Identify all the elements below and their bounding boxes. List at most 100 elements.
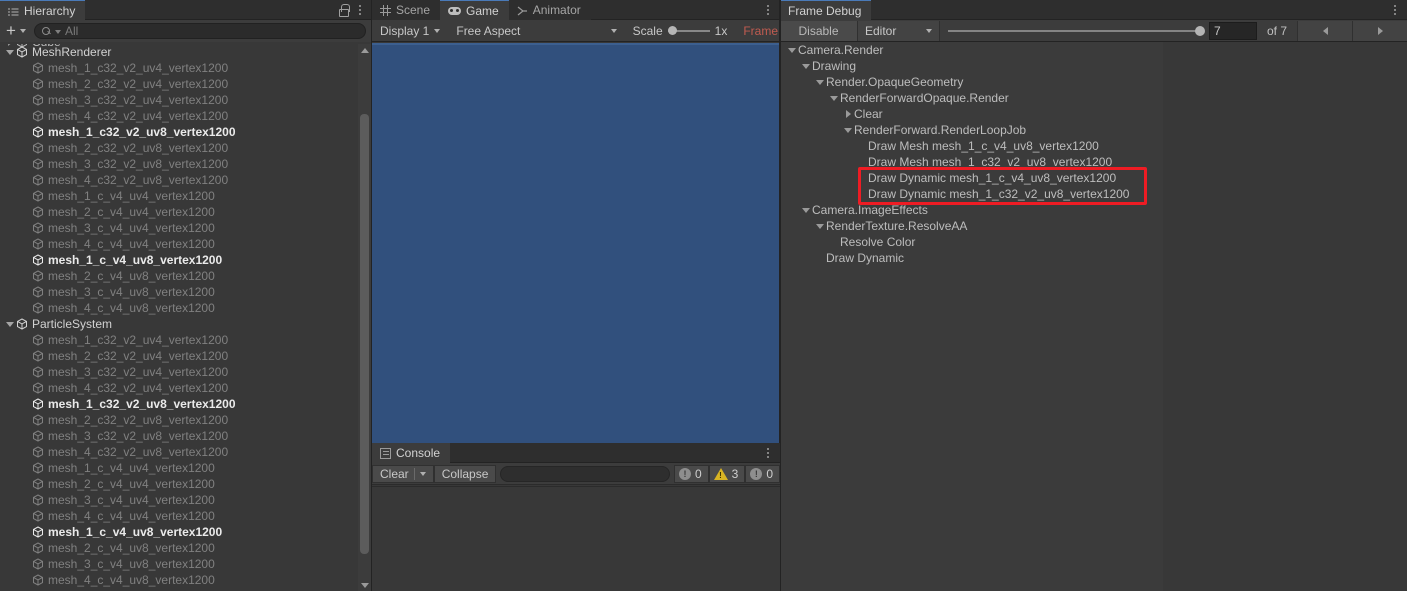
hierarchy-tree[interactable]: CubeMeshRenderermesh_1_c32_v2_uv4_vertex… bbox=[0, 44, 372, 591]
hierarchy-item[interactable]: mesh_4_c32_v2_uv4_vertex1200 bbox=[0, 380, 372, 396]
fold-arrow-icon[interactable] bbox=[814, 223, 826, 229]
hierarchy-item[interactable]: mesh_2_c32_v2_uv4_vertex1200 bbox=[0, 76, 372, 92]
hierarchy-item[interactable]: mesh_1_c32_v2_uv4_vertex1200 bbox=[0, 60, 372, 76]
event-slider-track[interactable] bbox=[948, 25, 1205, 36]
clear-dropdown-icon[interactable] bbox=[419, 471, 426, 476]
hierarchy-item[interactable]: mesh_1_c_v4_uv8_vertex1200 bbox=[0, 524, 372, 540]
fold-arrow-icon[interactable] bbox=[800, 63, 812, 69]
game-render-canvas[interactable] bbox=[372, 43, 780, 443]
hierarchy-item[interactable]: mesh_3_c_v4_uv4_vertex1200 bbox=[0, 492, 372, 508]
hierarchy-item[interactable]: mesh_1_c_v4_uv4_vertex1200 bbox=[0, 460, 372, 476]
fold-arrow-icon[interactable] bbox=[4, 49, 16, 55]
frame-event-row[interactable]: RenderForwardOpaque.Render bbox=[780, 90, 1163, 106]
hierarchy-lock-button[interactable] bbox=[336, 0, 352, 19]
log-count-badge[interactable]: ! 0 bbox=[673, 464, 709, 483]
hierarchy-item[interactable]: mesh_2_c32_v2_uv4_vertex1200 bbox=[0, 348, 372, 364]
create-button[interactable]: + bbox=[6, 22, 16, 39]
console-search-input[interactable] bbox=[500, 465, 670, 482]
fold-arrow-icon[interactable] bbox=[842, 110, 854, 118]
search-input[interactable]: All bbox=[33, 23, 366, 39]
frame-event-row[interactable]: Draw Dynamic mesh_1_c_v4_uv8_vertex1200 bbox=[780, 170, 1163, 186]
fold-arrow-icon[interactable] bbox=[842, 127, 854, 133]
frame-debug-indicator[interactable]: Frame bbox=[735, 20, 780, 42]
scale-slider-knob[interactable] bbox=[667, 26, 677, 35]
hierarchy-item[interactable]: mesh_1_c32_v2_uv8_vertex1200 bbox=[0, 396, 372, 412]
hierarchy-scrollbar[interactable] bbox=[358, 44, 371, 591]
event-slider-knob[interactable] bbox=[1194, 25, 1205, 36]
frame-event-row[interactable]: Camera.ImageEffects bbox=[780, 202, 1163, 218]
prev-event-button[interactable] bbox=[1297, 20, 1352, 41]
hierarchy-menu-icon[interactable] bbox=[352, 0, 368, 19]
warning-count-badge[interactable]: 3 bbox=[708, 464, 746, 483]
hierarchy-item[interactable]: mesh_2_c_v4_uv4_vertex1200 bbox=[0, 476, 372, 492]
hierarchy-item[interactable]: mesh_2_c_v4_uv8_vertex1200 bbox=[0, 540, 372, 556]
search-filter-icon[interactable] bbox=[54, 30, 61, 34]
hierarchy-item[interactable]: mesh_1_c_v4_uv4_vertex1200 bbox=[0, 188, 372, 204]
hierarchy-item[interactable]: mesh_4_c_v4_uv8_vertex1200 bbox=[0, 300, 372, 316]
event-slider[interactable] bbox=[940, 20, 1209, 42]
hierarchy-item[interactable]: mesh_4_c_v4_uv4_vertex1200 bbox=[0, 236, 372, 252]
next-event-button[interactable] bbox=[1352, 20, 1407, 41]
hierarchy-item[interactable]: mesh_3_c32_v2_uv4_vertex1200 bbox=[0, 364, 372, 380]
hierarchy-item[interactable]: mesh_4_c32_v2_uv8_vertex1200 bbox=[0, 172, 372, 188]
frame-event-row[interactable]: RenderForward.RenderLoopJob bbox=[780, 122, 1163, 138]
tab-game[interactable]: Game bbox=[440, 0, 509, 20]
hierarchy-item[interactable]: mesh_3_c32_v2_uv8_vertex1200 bbox=[0, 428, 372, 444]
frame-event-row[interactable]: Draw Mesh mesh_1_c_v4_uv8_vertex1200 bbox=[780, 138, 1163, 154]
hierarchy-scroll-thumb[interactable] bbox=[360, 114, 369, 554]
scroll-up-icon[interactable] bbox=[358, 44, 371, 56]
fold-arrow-icon[interactable] bbox=[800, 207, 812, 213]
frame-event-row[interactable]: Draw Dynamic bbox=[780, 250, 1163, 266]
collapse-button[interactable]: Collapse bbox=[433, 464, 497, 483]
frame-event-row[interactable]: Draw Mesh mesh_1_c32_v2_uv8_vertex1200 bbox=[780, 154, 1163, 170]
tab-frame-debug[interactable]: Frame Debug bbox=[780, 0, 872, 20]
hierarchy-item[interactable]: mesh_3_c_v4_uv8_vertex1200 bbox=[0, 284, 372, 300]
error-count-badge[interactable]: ! 0 bbox=[745, 464, 780, 483]
frame-event-row[interactable]: Draw Dynamic mesh_1_c32_v2_uv8_vertex120… bbox=[780, 186, 1163, 202]
hierarchy-item[interactable]: mesh_3_c32_v2_uv8_vertex1200 bbox=[0, 156, 372, 172]
hierarchy-item[interactable]: mesh_1_c_v4_uv8_vertex1200 bbox=[0, 252, 372, 268]
tab-hierarchy[interactable]: Hierarchy bbox=[0, 0, 86, 20]
frame-event-row[interactable]: RenderTexture.ResolveAA bbox=[780, 218, 1163, 234]
display-dropdown[interactable]: Display 1 bbox=[372, 20, 448, 42]
scroll-down-icon[interactable] bbox=[358, 579, 371, 591]
hierarchy-item[interactable]: mesh_4_c_v4_uv8_vertex1200 bbox=[0, 572, 372, 588]
hierarchy-item[interactable]: mesh_3_c32_v2_uv4_vertex1200 bbox=[0, 92, 372, 108]
hierarchy-item[interactable]: mesh_2_c32_v2_uv8_vertex1200 bbox=[0, 140, 372, 156]
hierarchy-item[interactable]: mesh_1_c32_v2_uv8_vertex1200 bbox=[0, 124, 372, 140]
fold-arrow-icon[interactable] bbox=[4, 321, 16, 327]
hierarchy-item[interactable]: mesh_2_c32_v2_uv8_vertex1200 bbox=[0, 412, 372, 428]
hierarchy-item[interactable]: mesh_2_c_v4_uv4_vertex1200 bbox=[0, 204, 372, 220]
scale-slider[interactable]: Scale 1x bbox=[625, 20, 736, 42]
target-dropdown[interactable]: Editor bbox=[858, 20, 940, 41]
frame-event-tree[interactable]: Camera.Render Drawing Render.OpaqueGeometr… bbox=[780, 42, 1163, 591]
console-menu-icon[interactable] bbox=[760, 443, 776, 462]
tab-animator[interactable]: Animator bbox=[508, 0, 591, 20]
hierarchy-item[interactable]: mesh_4_c_v4_uv4_vertex1200 bbox=[0, 508, 372, 524]
hierarchy-item[interactable]: mesh_3_c_v4_uv4_vertex1200 bbox=[0, 220, 372, 236]
frame-event-row[interactable]: Render.OpaqueGeometry bbox=[780, 74, 1163, 90]
hierarchy-item[interactable]: mesh_3_c_v4_uv8_vertex1200 bbox=[0, 556, 372, 572]
scale-slider-track[interactable] bbox=[667, 26, 710, 35]
clear-button[interactable]: Clear bbox=[372, 464, 434, 483]
aspect-dropdown[interactable]: Free Aspect bbox=[448, 20, 624, 42]
frame-event-row[interactable]: Drawing bbox=[780, 58, 1163, 74]
tab-scene[interactable]: Scene bbox=[372, 0, 441, 20]
hierarchy-item[interactable]: mesh_4_c32_v2_uv8_vertex1200 bbox=[0, 444, 372, 460]
tab-console[interactable]: Console bbox=[372, 443, 451, 463]
hierarchy-item-partial[interactable]: Cube bbox=[0, 44, 61, 50]
fold-arrow-icon[interactable] bbox=[786, 47, 798, 53]
frame-event-row[interactable]: Resolve Color bbox=[780, 234, 1163, 250]
hierarchy-item[interactable]: mesh_1_c32_v2_uv4_vertex1200 bbox=[0, 332, 372, 348]
hierarchy-item[interactable]: mesh_2_c_v4_uv8_vertex1200 bbox=[0, 268, 372, 284]
frame-event-row[interactable]: Camera.Render bbox=[780, 42, 1163, 58]
frame-event-row[interactable]: Clear bbox=[780, 106, 1163, 122]
hierarchy-item[interactable]: ParticleSystem bbox=[0, 316, 372, 332]
fold-arrow-icon[interactable] bbox=[828, 95, 840, 101]
framedebug-menu-icon[interactable] bbox=[1387, 0, 1403, 19]
hierarchy-item[interactable]: mesh_4_c32_v2_uv4_vertex1200 bbox=[0, 108, 372, 124]
event-number-input[interactable]: 7 bbox=[1208, 21, 1257, 40]
fold-arrow-icon[interactable] bbox=[4, 44, 16, 46]
console-log-list[interactable] bbox=[372, 486, 780, 591]
gameview-menu-icon[interactable] bbox=[760, 0, 776, 19]
